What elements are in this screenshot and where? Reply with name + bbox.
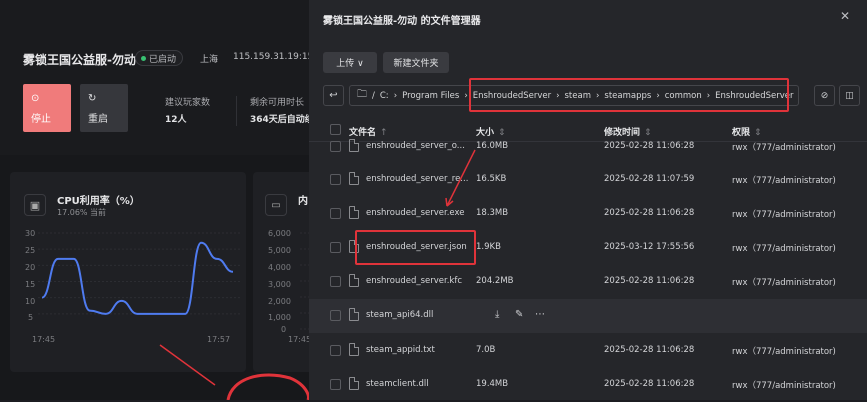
- highlight-arrow: [445, 149, 476, 207]
- arrow-line: [446, 149, 476, 207]
